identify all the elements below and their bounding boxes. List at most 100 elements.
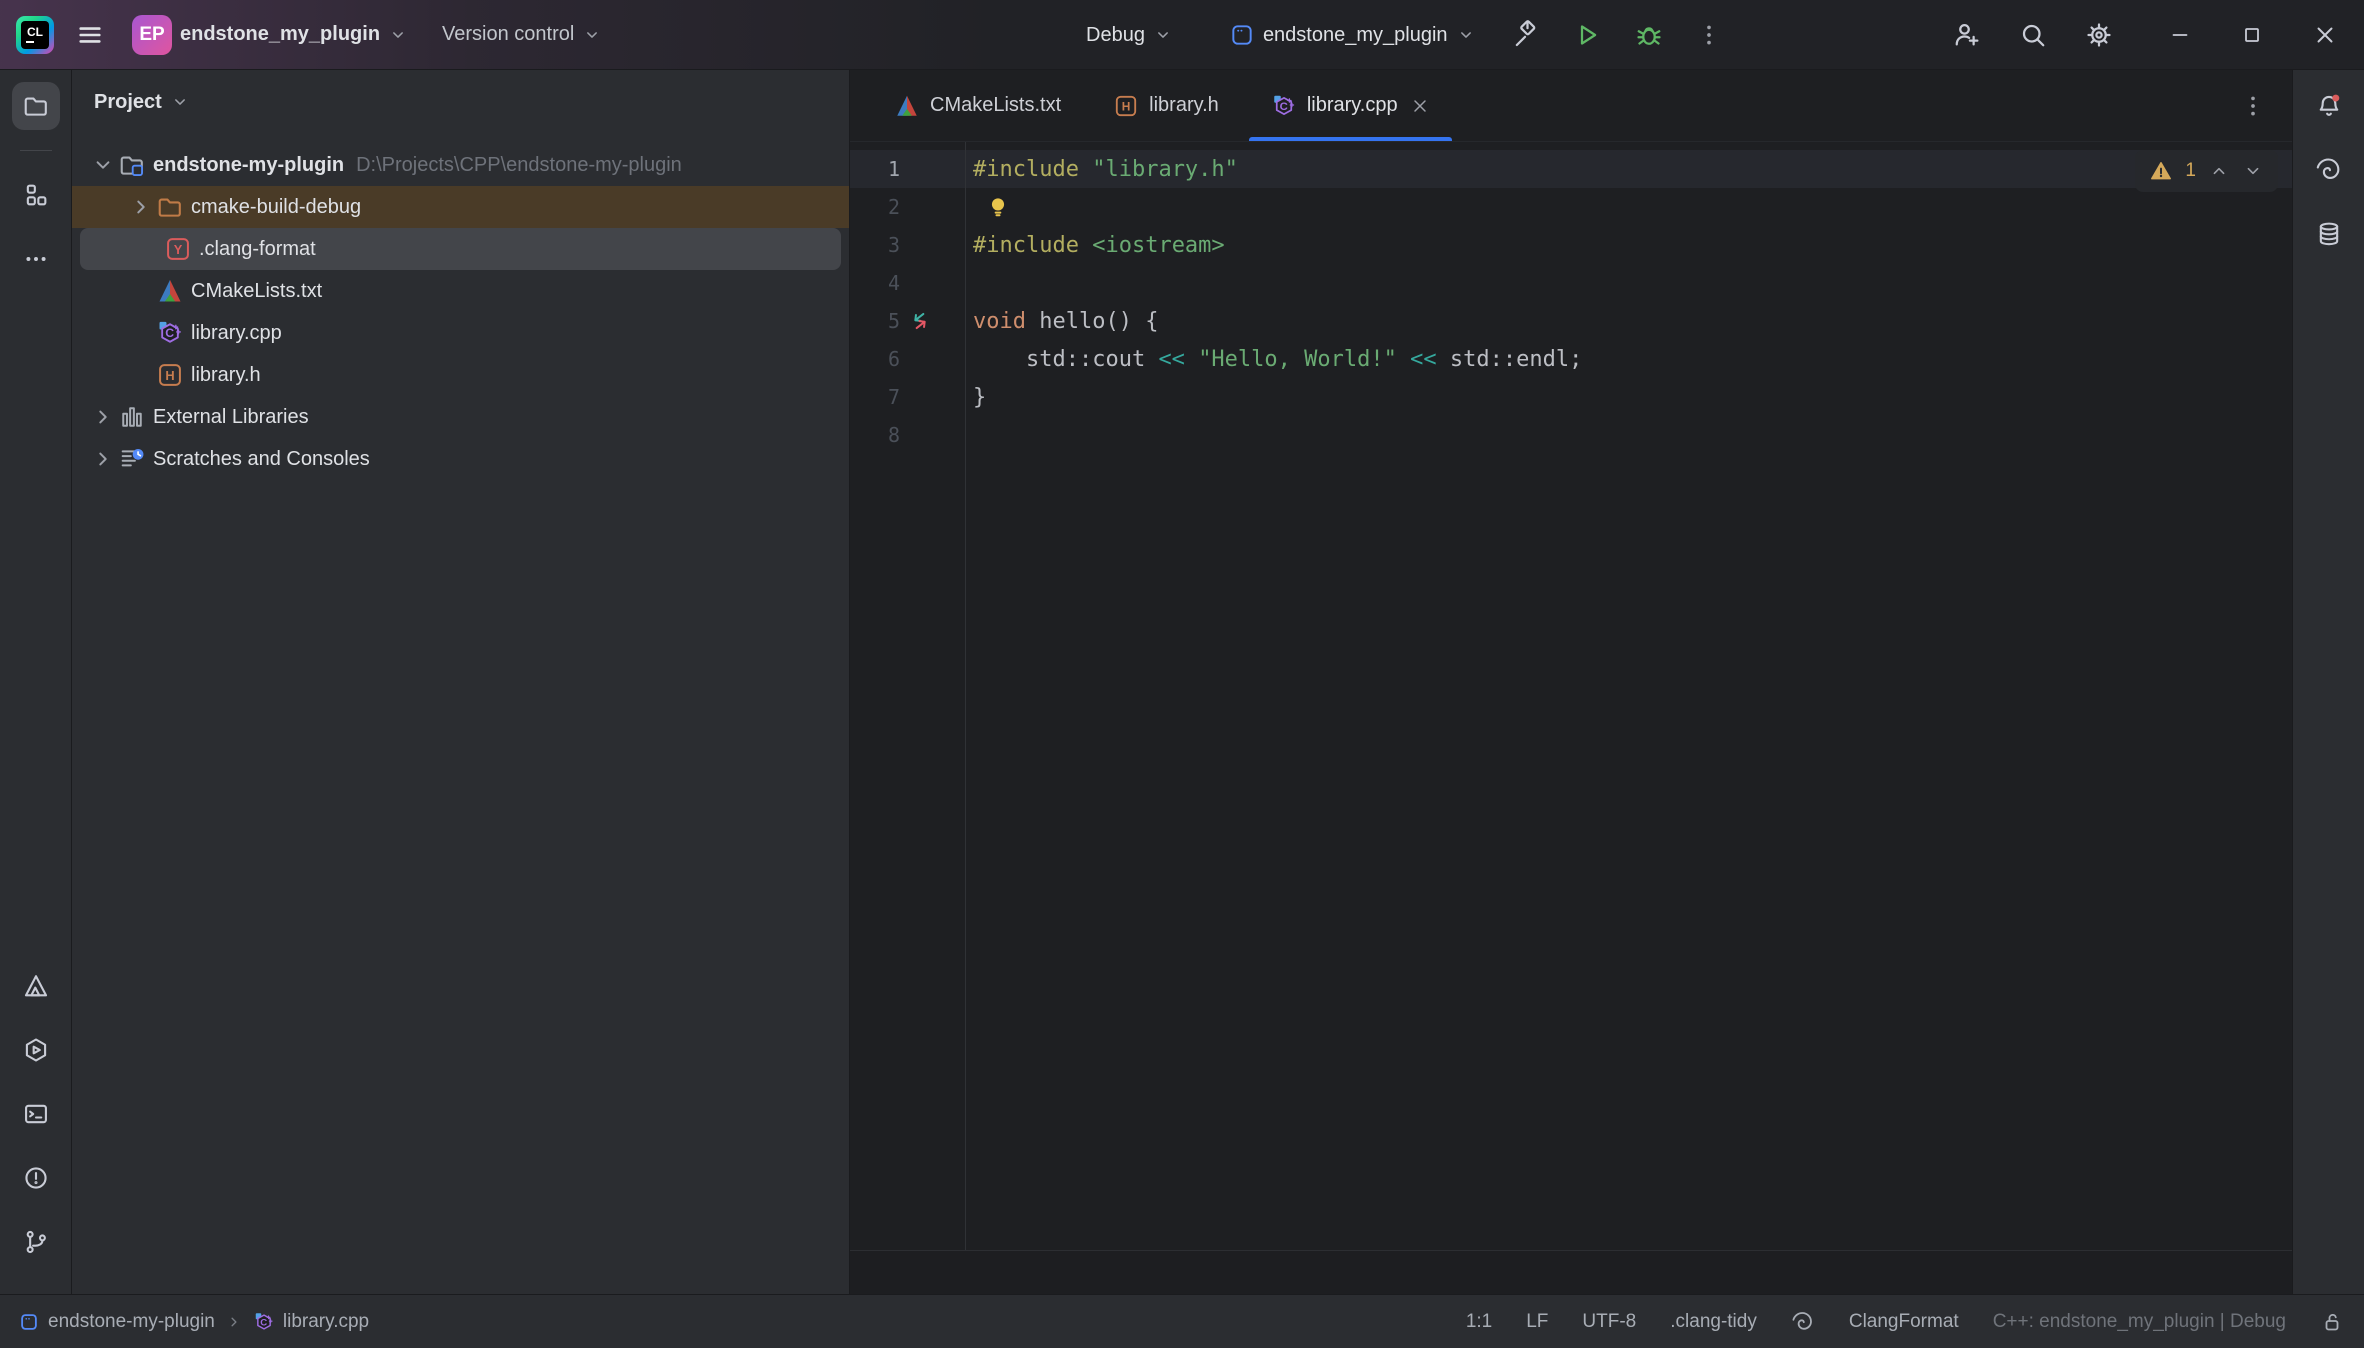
prev-problem-icon[interactable] — [2208, 160, 2230, 182]
breadcrumb-separator-icon — [225, 1313, 243, 1331]
code-line-5[interactable]: 5 void hello() { — [850, 302, 2292, 340]
scratches-icon — [118, 445, 146, 473]
warning-icon — [2149, 159, 2173, 183]
status-bar: endstone-my-plugin Clibrary.cpp 1:1 LF UTF-… — [0, 1294, 2364, 1348]
chevron-down-icon — [388, 25, 408, 45]
line-number[interactable]: 8 — [850, 423, 900, 447]
line-separator[interactable]: LF — [1526, 1311, 1548, 1333]
code-line-4[interactable]: 4 — [850, 264, 2292, 302]
project-panel-title: Project — [94, 91, 162, 114]
more-tools-button[interactable] — [12, 235, 60, 283]
tab-library-cpp[interactable]: Clibrary.cpp — [1245, 70, 1456, 141]
folder-excluded-icon — [156, 193, 184, 221]
code-line-3[interactable]: 3 #include <iostream> — [850, 226, 2292, 264]
code-editor[interactable]: 1#include "library.h" 2 3 #include <iostrea… — [850, 142, 2292, 1250]
titlebar: CL EP endstone_my_plugin Version control… — [0, 0, 2364, 70]
tree-item-cmakelists-txt[interactable]: CMakeLists.txt — [72, 270, 849, 312]
code-line-1[interactable]: 1#include "library.h" — [850, 150, 2292, 188]
run-tool-button[interactable] — [12, 1026, 60, 1074]
tree-item-external-libraries[interactable]: External Libraries — [72, 396, 849, 438]
search-everywhere-icon[interactable] — [2018, 20, 2048, 50]
line-number[interactable]: 7 — [850, 385, 900, 409]
code-line-8[interactable]: 8 — [850, 416, 2292, 454]
code-token — [1397, 347, 1410, 372]
problems-tool-button[interactable] — [12, 1154, 60, 1202]
tree-item-library-cpp[interactable]: Clibrary.cpp — [72, 312, 849, 354]
line-number[interactable]: 3 — [850, 233, 900, 257]
terminal-tool-button[interactable] — [12, 1090, 60, 1138]
chevron-down-icon — [582, 25, 602, 45]
svg-text:Y: Y — [174, 242, 183, 257]
ai-assistant-button[interactable] — [2305, 146, 2353, 194]
chevron-right-icon[interactable] — [128, 194, 154, 220]
project-tree: endstone-my-pluginD:\Projects\CPP\endsto… — [72, 134, 849, 480]
file-encoding[interactable]: UTF-8 — [1582, 1311, 1636, 1333]
cmake-tool-button[interactable] — [12, 962, 60, 1010]
resolve-context[interactable]: C++: endstone_my_plugin | Debug — [1993, 1311, 2286, 1333]
more-actions-icon[interactable] — [1696, 22, 1722, 48]
main-menu-icon[interactable] — [76, 21, 104, 49]
chevron-down-icon[interactable] — [170, 92, 190, 112]
run-mode-selector[interactable]: Debug — [1078, 24, 1181, 47]
project-widget[interactable]: EP endstone_my_plugin — [126, 9, 414, 61]
tab-library-h[interactable]: Hlibrary.h — [1087, 70, 1245, 141]
caret-position[interactable]: 1:1 — [1466, 1311, 1492, 1333]
code-line-6[interactable]: 6 std::cout << "Hello, World!" << std::e… — [850, 340, 2292, 378]
tree-item-cmake-build-debug[interactable]: cmake-build-debug — [72, 186, 849, 228]
code-token: std::endl; — [1437, 347, 1583, 372]
goto-related-symbol-icon[interactable] — [903, 304, 937, 338]
clang-tidy[interactable]: .clang-tidy — [1670, 1311, 1757, 1333]
code-text: void hello() { — [940, 309, 1158, 334]
problems-icon — [22, 1164, 50, 1192]
tab-options-icon[interactable] — [2240, 93, 2266, 119]
tab-cmakelists-txt[interactable]: CMakeLists.txt — [868, 70, 1087, 141]
tree-item--clang-format[interactable]: Y.clang-format — [80, 228, 841, 270]
svg-text:C: C — [1279, 100, 1287, 112]
build-button[interactable] — [1510, 20, 1540, 50]
line-number[interactable]: 6 — [850, 347, 900, 371]
svg-text:H: H — [1122, 99, 1131, 113]
code-text — [940, 194, 1011, 220]
tree-item-library-h[interactable]: Hlibrary.h — [72, 354, 849, 396]
version-control-widget[interactable]: Version control — [436, 17, 608, 52]
line-number[interactable]: 5 — [850, 309, 900, 333]
read-only-toggle-icon[interactable] — [2320, 1310, 2344, 1334]
run-button[interactable] — [1572, 20, 1602, 50]
database-tool-button[interactable] — [2305, 210, 2353, 258]
code-line-7[interactable]: 7} — [850, 378, 2292, 416]
notifications-button[interactable] — [2305, 82, 2353, 130]
intention-bulb-icon[interactable] — [985, 194, 1011, 220]
breadcrumb-endstone-my-plugin[interactable]: endstone-my-plugin — [18, 1311, 215, 1333]
debug-button[interactable] — [1634, 20, 1664, 50]
breadcrumbs: endstone-my-plugin Clibrary.cpp — [18, 1311, 369, 1333]
yaml-file-icon: Y — [164, 235, 192, 263]
line-number[interactable]: 4 — [850, 271, 900, 295]
run-configuration-selector[interactable]: endstone_my_plugin — [1221, 22, 1484, 48]
maximize-button[interactable] — [2240, 23, 2264, 47]
chevron-right-icon[interactable] — [90, 404, 116, 430]
settings-icon[interactable] — [2084, 20, 2114, 50]
minimize-button[interactable] — [2168, 23, 2192, 47]
code-with-me-icon[interactable] — [1952, 20, 1982, 50]
tree-item-scratches-and-consoles[interactable]: Scratches and Consoles — [72, 438, 849, 480]
git-tool-button[interactable] — [12, 1218, 60, 1266]
line-number[interactable]: 1 — [850, 157, 900, 181]
clang-format[interactable]: ClangFormat — [1849, 1311, 1959, 1333]
line-number[interactable]: 2 — [850, 195, 900, 219]
close-tab-icon[interactable] — [1410, 96, 1430, 116]
project-folder-icon — [118, 151, 146, 179]
code-text: #include <iostream> — [940, 233, 1225, 258]
next-problem-icon[interactable] — [2242, 160, 2264, 182]
structure-tool-button[interactable] — [12, 171, 60, 219]
breadcrumb-library-cpp[interactable]: Clibrary.cpp — [253, 1311, 369, 1333]
ai-assistant-status-icon[interactable] — [1791, 1310, 1815, 1334]
chevron-right-icon[interactable] — [90, 446, 116, 472]
project-tool-button[interactable] — [12, 82, 60, 130]
inspection-widget[interactable]: 1 — [2135, 150, 2278, 192]
run-config-icon — [1229, 22, 1255, 48]
close-window-button[interactable] — [2312, 22, 2338, 48]
code-line-2[interactable]: 2 — [850, 188, 2292, 226]
code-token: std::cout — [973, 347, 1158, 372]
tree-item-endstone-my-plugin[interactable]: endstone-my-pluginD:\Projects\CPP\endsto… — [72, 144, 849, 186]
chevron-down-icon[interactable] — [90, 152, 116, 178]
